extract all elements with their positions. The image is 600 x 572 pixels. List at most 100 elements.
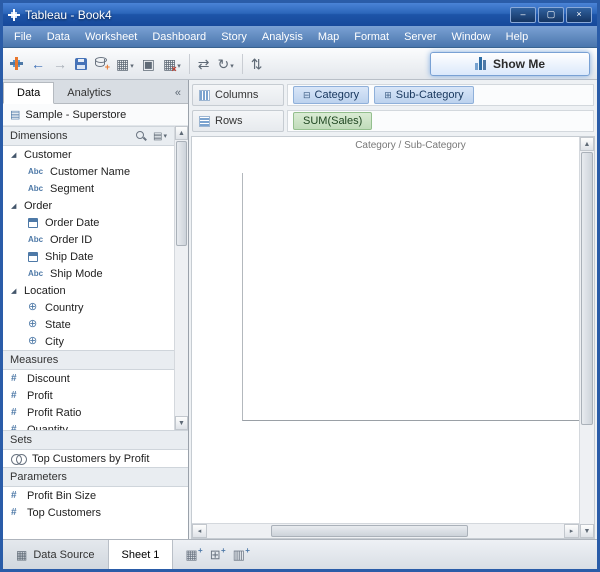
bar-chart-icon bbox=[475, 57, 486, 70]
columns-shelf[interactable]: ⊟ Category ⊞ Sub-Category bbox=[287, 84, 594, 106]
dimension-label: Customer bbox=[24, 149, 72, 161]
hierarchy-expand-icon[interactable]: ⊞ bbox=[384, 91, 392, 100]
expand-triangle-icon[interactable]: ◢ bbox=[11, 202, 20, 210]
measure-label: Profit bbox=[27, 390, 53, 402]
menu-format[interactable]: Format bbox=[347, 28, 396, 46]
pill-category[interactable]: ⊟ Category bbox=[293, 86, 369, 104]
collapse-pane-icon[interactable]: « bbox=[168, 87, 188, 103]
dimension-country[interactable]: ⊕ Country bbox=[3, 299, 174, 316]
tableau-window: Tableau - Book4 – ▢ × File Data Workshee… bbox=[0, 0, 600, 572]
datasource-row[interactable]: ▤ Sample - Superstore bbox=[3, 104, 188, 126]
new-dashboard-icon[interactable]: ⊞+ bbox=[210, 548, 221, 561]
column-field-labels[interactable]: Category / Sub-Category bbox=[192, 137, 579, 155]
new-story-icon[interactable]: ▥+ bbox=[233, 548, 245, 561]
scroll-down-arrow[interactable]: ▼ bbox=[580, 524, 594, 538]
dimension-customer-name[interactable]: Abc Customer Name bbox=[3, 163, 174, 180]
menu-map[interactable]: Map bbox=[311, 28, 346, 46]
measure-discount[interactable]: # Discount bbox=[3, 370, 174, 387]
rows-shelf[interactable]: SUM(Sales) bbox=[287, 110, 594, 132]
scroll-down-arrow[interactable]: ▼ bbox=[175, 416, 188, 430]
pill-sub-category[interactable]: ⊞ Sub-Category bbox=[374, 86, 473, 104]
menu-dashboard[interactable]: Dashboard bbox=[145, 28, 213, 46]
caret-down-icon: ▾ bbox=[230, 62, 234, 72]
plot-area bbox=[242, 173, 579, 421]
close-button[interactable]: × bbox=[566, 7, 592, 23]
abc-icon: Abc bbox=[28, 184, 46, 193]
new-worksheet-icon[interactable]: ▦+ bbox=[185, 548, 197, 561]
sort-icon[interactable]: ⇅ bbox=[251, 56, 263, 72]
measure-quantity[interactable]: # Quantity bbox=[3, 421, 174, 430]
scroll-thumb[interactable] bbox=[271, 525, 467, 537]
menu-file[interactable]: File bbox=[7, 28, 39, 46]
menu-data[interactable]: Data bbox=[40, 28, 77, 46]
dimension-label: Order Date bbox=[45, 217, 99, 229]
save-icon[interactable] bbox=[75, 58, 87, 70]
forward-icon[interactable]: → bbox=[53, 56, 67, 72]
sidebar-scrollbar[interactable]: ▲ ▼ bbox=[174, 126, 188, 430]
swap-rows-columns-icon[interactable]: ⇄ bbox=[198, 56, 210, 72]
caret-down-icon: ▾ bbox=[130, 62, 134, 72]
menu-server[interactable]: Server bbox=[397, 28, 443, 46]
expand-triangle-icon[interactable]: ◢ bbox=[11, 287, 20, 295]
parameter-profit-bin-size[interactable]: # Profit Bin Size bbox=[3, 487, 188, 504]
menu-help[interactable]: Help bbox=[499, 28, 536, 46]
back-icon[interactable]: ← bbox=[31, 56, 45, 72]
scroll-up-arrow[interactable]: ▲ bbox=[580, 137, 594, 151]
tab-analytics[interactable]: Analytics bbox=[54, 83, 124, 103]
dimension-order[interactable]: ◢ Order bbox=[3, 197, 174, 214]
set-top-customers-by-profit[interactable]: Top Customers by Profit bbox=[3, 450, 188, 467]
scroll-track[interactable] bbox=[207, 524, 564, 538]
menu-story[interactable]: Story bbox=[214, 28, 254, 46]
expand-triangle-icon[interactable]: ◢ bbox=[11, 151, 20, 159]
tableau-logo-icon[interactable] bbox=[10, 57, 23, 70]
tab-data-source[interactable]: ▦ Data Source bbox=[3, 540, 109, 569]
plus-icon: + bbox=[221, 544, 226, 557]
dimensions-label: Dimensions bbox=[10, 130, 67, 142]
maximize-button[interactable]: ▢ bbox=[538, 7, 564, 23]
pill-sum-sales[interactable]: SUM(Sales) bbox=[293, 112, 372, 130]
measures-section-header: Measures bbox=[3, 350, 174, 370]
dimension-order-date[interactable]: Order Date bbox=[3, 214, 174, 231]
dimension-ship-mode[interactable]: Abc Ship Mode bbox=[3, 265, 174, 282]
dimension-city[interactable]: ⊕ City bbox=[3, 333, 174, 350]
view-menu-icon[interactable]: ▤▾ bbox=[153, 131, 167, 142]
abc-icon: Abc bbox=[28, 269, 46, 278]
parameter-top-customers[interactable]: # Top Customers bbox=[3, 504, 188, 521]
show-me-button[interactable]: Show Me bbox=[430, 52, 590, 76]
dimension-location[interactable]: ◢ Location bbox=[3, 282, 174, 299]
tab-sheet-1[interactable]: Sheet 1 bbox=[109, 540, 174, 569]
refresh-icon[interactable]: ↻ ▾ bbox=[217, 56, 233, 72]
vertical-scrollbar[interactable]: ▲ ▼ bbox=[579, 137, 594, 538]
scroll-thumb[interactable] bbox=[176, 141, 187, 246]
scroll-thumb[interactable] bbox=[581, 152, 593, 425]
scroll-left-arrow[interactable]: ◂ bbox=[192, 524, 207, 538]
menu-worksheet[interactable]: Worksheet bbox=[78, 28, 144, 46]
dimension-ship-date[interactable]: Ship Date bbox=[3, 248, 174, 265]
horizontal-scrollbar[interactable]: ◂ ▸ bbox=[192, 523, 579, 538]
titlebar[interactable]: Tableau - Book4 – ▢ × bbox=[3, 3, 597, 26]
dimension-customer[interactable]: ◢ Customer bbox=[3, 146, 174, 163]
measure-profit[interactable]: # Profit bbox=[3, 387, 174, 404]
duplicate-sheet-icon[interactable]: ▣ bbox=[142, 56, 155, 72]
new-worksheet-icon[interactable]: ▦ ▾ bbox=[116, 56, 134, 72]
chart-region: Category / Sub-Category ◂ bbox=[192, 137, 579, 538]
menu-window[interactable]: Window bbox=[445, 28, 498, 46]
dimension-state[interactable]: ⊕ State bbox=[3, 316, 174, 333]
scroll-right-arrow[interactable]: ▸ bbox=[564, 524, 579, 538]
measure-profit-ratio[interactable]: # Profit Ratio bbox=[3, 404, 174, 421]
dimension-order-id[interactable]: Abc Order ID bbox=[3, 231, 174, 248]
number-icon: # bbox=[11, 490, 23, 501]
measure-label: Quantity bbox=[27, 424, 68, 431]
scroll-up-arrow[interactable]: ▲ bbox=[175, 126, 188, 140]
hierarchy-collapse-icon[interactable]: ⊟ bbox=[303, 91, 311, 100]
datasource-icon: ▤ bbox=[10, 108, 20, 121]
add-data-source-icon[interactable] bbox=[95, 57, 108, 70]
tab-data[interactable]: Data bbox=[3, 82, 54, 104]
number-icon: # bbox=[11, 424, 23, 430]
minimize-button[interactable]: – bbox=[510, 7, 536, 23]
clear-sheet-icon[interactable]: ▦ × ▾ bbox=[163, 56, 181, 72]
pill-label: Sub-Category bbox=[396, 89, 464, 101]
dimension-segment[interactable]: Abc Segment bbox=[3, 180, 174, 197]
search-icon[interactable] bbox=[136, 131, 147, 142]
menu-analysis[interactable]: Analysis bbox=[255, 28, 310, 46]
